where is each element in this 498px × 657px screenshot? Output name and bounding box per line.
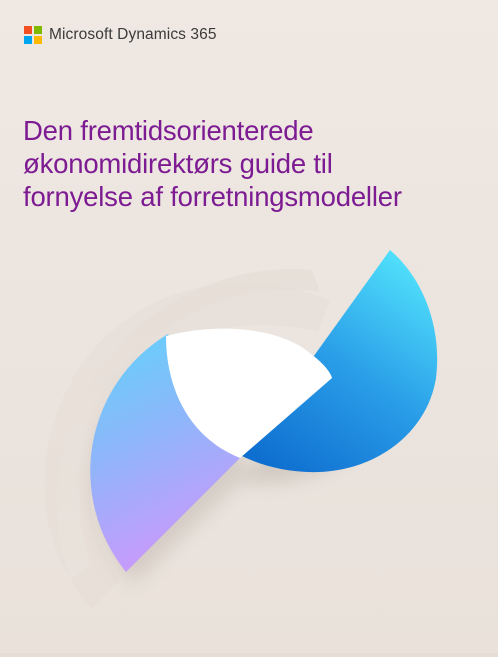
- title-line-2: økonomidirektørs guide til: [23, 148, 333, 179]
- title-line-1: Den fremtidsorienterede: [23, 115, 314, 146]
- document-cover: Microsoft Dynamics 365 Den fremtidsorien…: [0, 0, 498, 657]
- document-title: Den fremtidsorienterede økonomidirektørs…: [23, 114, 493, 213]
- brand-name: Microsoft Dynamics 365: [49, 26, 217, 43]
- title-line-3: fornyelse af forretningsmodeller: [23, 181, 402, 212]
- microsoft-logo-icon: [24, 26, 42, 44]
- logo-square-blue: [24, 36, 32, 44]
- logo-square-green: [34, 26, 42, 34]
- logo-square-yellow: [34, 36, 42, 44]
- logo-square-red: [24, 26, 32, 34]
- dynamics-365-graphic: [44, 250, 438, 608]
- bottom-edge: [0, 653, 498, 657]
- brand-header: Microsoft Dynamics 365: [24, 26, 217, 44]
